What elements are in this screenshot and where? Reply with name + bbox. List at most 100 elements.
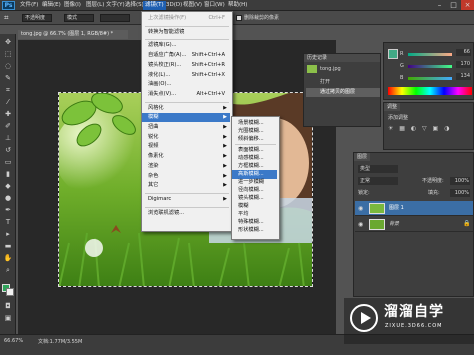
menu-item[interactable]: 视频 ▶ xyxy=(142,142,230,151)
eraser-tool-icon[interactable]: ▭ xyxy=(3,158,13,166)
menu-filter[interactable]: 滤镜(T) xyxy=(143,1,166,10)
layers-tab[interactable]: 图层 xyxy=(354,153,371,161)
zoom-tool-icon[interactable]: ⌕ xyxy=(3,266,13,274)
menu-item[interactable]: 形状模糊... xyxy=(232,226,277,235)
menu-item[interactable]: 像素化 ▶ xyxy=(142,152,230,161)
red-slider[interactable] xyxy=(408,53,452,56)
delete-cropped-checkbox[interactable] xyxy=(236,15,242,21)
menu-item-label: 镜头校正(R)... xyxy=(148,61,182,68)
move-tool-icon[interactable]: ✥ xyxy=(3,38,13,46)
close-button[interactable]: × xyxy=(461,0,474,10)
ratio-input[interactable] xyxy=(100,14,130,22)
snapshot-name[interactable]: tong.jpg xyxy=(320,65,341,73)
menu-item[interactable]: Digimarc ▶ xyxy=(142,195,230,204)
lasso-tool-icon[interactable]: ◌ xyxy=(3,62,13,70)
mode-select[interactable]: 不透明度 xyxy=(22,14,52,22)
slider-label-g: G xyxy=(400,63,404,69)
menu-separator xyxy=(145,39,229,41)
path-select-icon[interactable]: ▸ xyxy=(3,230,13,238)
shape-tool-icon[interactable]: ▬ xyxy=(3,242,13,250)
red-value[interactable]: 66 xyxy=(456,49,471,56)
layer-name[interactable]: 背景 xyxy=(389,220,399,229)
menu-item[interactable]: 杂色 ▶ xyxy=(142,172,230,181)
menu-window[interactable]: 窗口(W) xyxy=(204,1,225,10)
menu-item[interactable]: 上次滤镜操作(F) Ctrl+F xyxy=(142,14,230,23)
menu-item[interactable]: 滤镜库(G)... xyxy=(142,41,230,50)
ratio-select[interactable]: 模式 xyxy=(64,14,94,22)
type-tool-icon[interactable]: T xyxy=(3,218,13,226)
menu-item[interactable]: 油画(O)... xyxy=(142,80,230,89)
green-slider[interactable] xyxy=(408,65,452,68)
history-brush-icon[interactable]: ↺ xyxy=(3,146,13,154)
layer-thumbnail xyxy=(369,203,385,214)
pen-tool-icon[interactable]: ✒ xyxy=(3,206,13,214)
menu-file[interactable]: 文件(F) xyxy=(20,1,38,10)
blue-value[interactable]: 134 xyxy=(456,73,471,80)
marquee-tool-icon[interactable]: ⬚ xyxy=(3,50,13,58)
layer-row-background[interactable]: ◉ 背景 🔒 xyxy=(355,217,473,232)
menu-item[interactable]: 倾斜偏移... xyxy=(232,135,277,144)
visibility-eye-icon[interactable]: ◉ xyxy=(358,205,363,212)
blue-slider[interactable] xyxy=(408,77,452,80)
menu-item[interactable]: 渲染 ▶ xyxy=(142,162,230,171)
crop-tool-icon[interactable]: ⌗ xyxy=(4,13,14,23)
color-ramp[interactable] xyxy=(388,87,472,95)
menu-3d[interactable]: 3D(D) xyxy=(166,1,182,10)
hand-tool-icon[interactable]: ✋ xyxy=(3,254,13,262)
menu-layer[interactable]: 图层(L) xyxy=(86,1,104,10)
lock-icon: 🔒 xyxy=(463,220,471,227)
blur-tool-icon[interactable]: ◆ xyxy=(3,182,13,190)
menu-separator xyxy=(235,144,276,145)
background-color-swatch[interactable] xyxy=(6,288,14,296)
menu-item[interactable]: 锐化 ▶ xyxy=(142,133,230,142)
menu-type[interactable]: 文字(Y) xyxy=(106,1,125,10)
submenu-arrow-icon: ▶ xyxy=(223,143,227,150)
minimize-button[interactable]: – xyxy=(433,0,446,10)
menu-item[interactable]: 消失点(V)... Alt+Ctrl+V xyxy=(142,90,230,99)
clone-stamp-icon[interactable]: ⊥ xyxy=(3,134,13,142)
menu-select[interactable]: 选择(S) xyxy=(125,1,144,10)
layer-row-1[interactable]: ◉ 图层 1 xyxy=(355,201,473,216)
brush-tool-icon[interactable]: ✐ xyxy=(3,122,13,130)
fill-value[interactable]: 100% xyxy=(450,189,470,197)
menu-item[interactable]: 液化(L)... Shift+Ctrl+X xyxy=(142,71,230,80)
menu-item-label: 浏览联机滤镜... xyxy=(148,209,185,216)
quick-select-tool-icon[interactable]: ✎ xyxy=(3,74,13,82)
history-step-copy-layer[interactable]: 通过拷贝的图层 xyxy=(306,88,380,97)
blend-mode-select[interactable]: 正常 xyxy=(358,177,398,185)
menu-view[interactable]: 视图(V) xyxy=(183,1,202,10)
menu-item[interactable]: 浏览联机滤镜... xyxy=(142,209,230,218)
menu-item[interactable]: 风格化 ▶ xyxy=(142,104,230,113)
history-panel-title[interactable]: 历史记录 xyxy=(304,54,380,62)
menu-item[interactable]: 其它 ▶ xyxy=(142,181,230,190)
adjustment-icons[interactable]: ☀ ▦ ◐ ▽ ▣ ◑ xyxy=(388,125,468,133)
maximize-button[interactable]: □ xyxy=(447,0,460,10)
history-step-open[interactable]: 打开 xyxy=(306,78,380,87)
dodge-tool-icon[interactable]: ● xyxy=(3,194,13,202)
menu-item[interactable]: 模糊 ▶ xyxy=(142,113,230,123)
screen-mode-icon[interactable]: ▣ xyxy=(3,314,13,322)
filter-menu: 上次滤镜操作(F) Ctrl+F 转换为智能滤镜 滤镜库(G)... 自适应广角(A).… xyxy=(141,11,233,232)
color-foreground-swatch[interactable] xyxy=(388,49,398,59)
menu-image[interactable]: 图像(I) xyxy=(64,1,81,10)
menu-item[interactable]: 镜头校正(R)... Shift+Ctrl+R xyxy=(142,61,230,70)
gradient-tool-icon[interactable]: ▮ xyxy=(3,170,13,178)
layer-name[interactable]: 图层 1 xyxy=(389,204,404,213)
document-tab[interactable]: tong.jpg @ 66.7% (图层 1, RGB/8#) * xyxy=(18,30,128,39)
menu-item-label: 液化(L)... xyxy=(148,71,171,78)
opacity-value[interactable]: 100% xyxy=(450,177,470,185)
zoom-level[interactable]: 66.67% xyxy=(4,338,23,344)
menu-help[interactable]: 帮助(H) xyxy=(228,1,247,10)
green-value[interactable]: 170 xyxy=(456,61,471,68)
menu-edit[interactable]: 编辑(E) xyxy=(42,1,61,10)
layer-kind-filter[interactable]: 类型 xyxy=(358,165,398,173)
healing-brush-icon[interactable]: ✚ xyxy=(3,110,13,118)
crop-tool-icon[interactable]: ⌗ xyxy=(3,86,13,94)
menu-item[interactable]: 扭曲 ▶ xyxy=(142,123,230,132)
quick-mask-icon[interactable]: ◘ xyxy=(3,302,13,310)
eyedropper-tool-icon[interactable]: ⁄ xyxy=(3,98,13,106)
visibility-eye-icon[interactable]: ◉ xyxy=(358,221,363,228)
adjustments-tab[interactable]: 调整 xyxy=(384,103,401,111)
menu-item[interactable]: 自适应广角(A)... Shift+Ctrl+A xyxy=(142,51,230,60)
menu-item[interactable]: 转换为智能滤镜 xyxy=(142,28,230,37)
